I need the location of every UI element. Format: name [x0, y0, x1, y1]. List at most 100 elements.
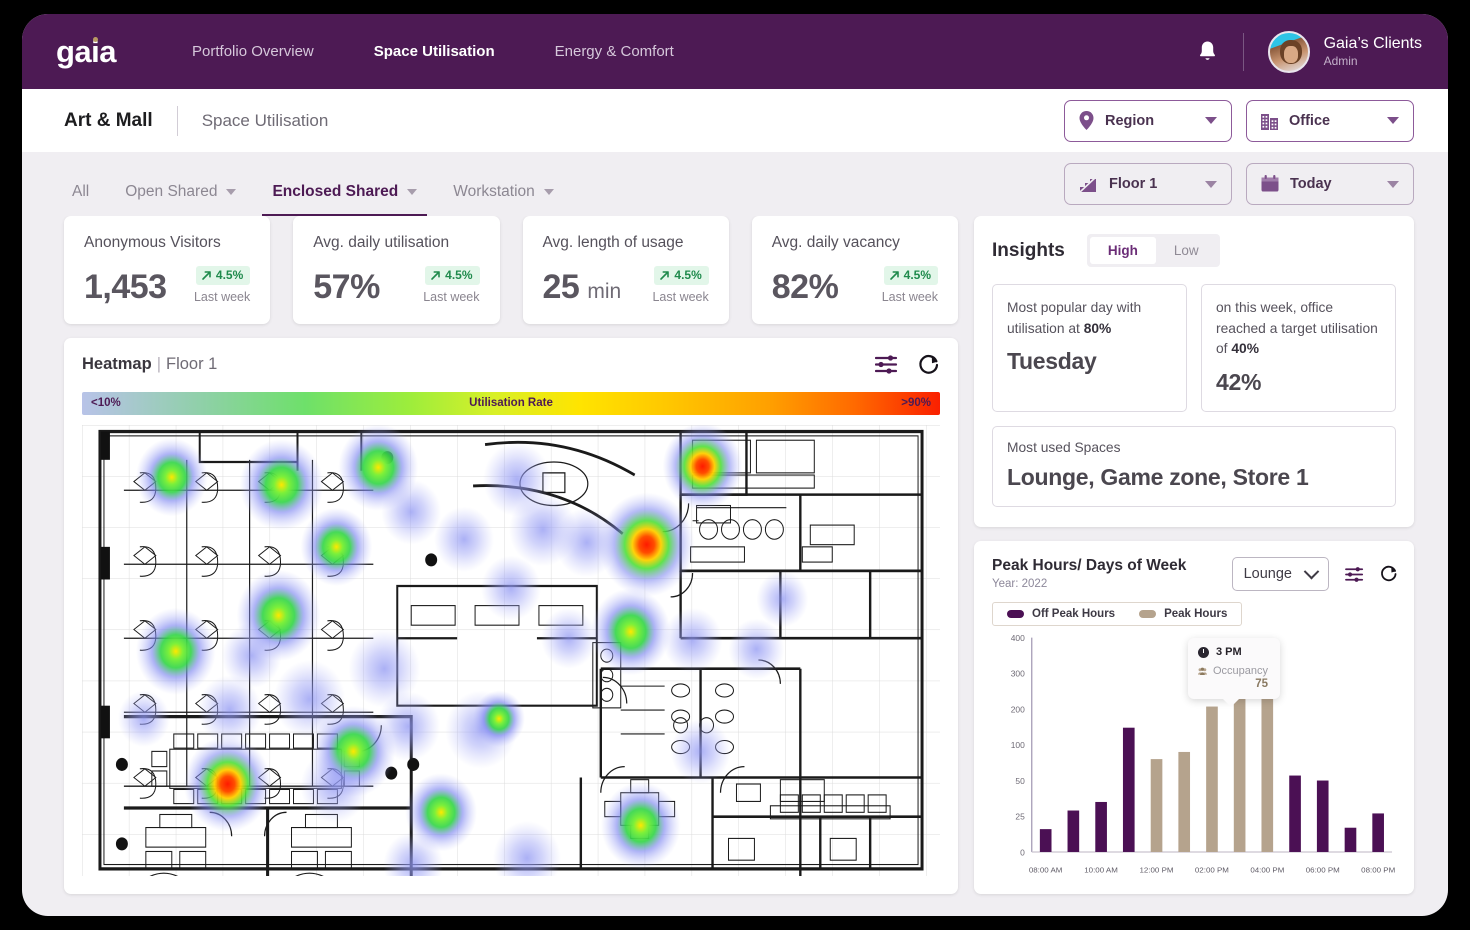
kpi-period: Last week — [652, 289, 709, 304]
peak-hours-refresh-icon[interactable] — [1380, 565, 1398, 583]
breadcrumb-sub: Space Utilisation — [201, 110, 329, 130]
space-selector-dropdown[interactable]: Lounge — [1231, 557, 1329, 592]
heatmap-title: Heatmap | Floor 1 — [82, 355, 217, 374]
insights-title: Insights — [992, 239, 1065, 261]
tab-enclosed-shared[interactable]: Enclosed Shared — [254, 178, 435, 216]
user-name: Gaia’s Clients — [1323, 34, 1422, 52]
date-range-label: Today — [1290, 176, 1332, 192]
insights-panel: Insights High Low Most popular day with … — [974, 216, 1414, 528]
nav-link-space-utilisation[interactable]: Space Utilisation — [344, 43, 525, 60]
svg-text:100: 100 — [1011, 741, 1026, 750]
insight-text: Most popular day with utilisation at 80% — [1007, 298, 1172, 339]
tab-all[interactable]: All — [64, 178, 107, 216]
user-menu[interactable]: Gaia’s Clients Admin — [1267, 30, 1422, 73]
tab-workstation[interactable]: Workstation — [435, 178, 572, 216]
svg-text:08:00 AM: 08:00 AM — [1029, 866, 1063, 875]
legend-low-label: <10% — [91, 397, 121, 409]
svg-text:200: 200 — [1011, 706, 1026, 715]
heatmap-settings-icon[interactable] — [875, 354, 898, 375]
kpi-value: 25 — [542, 267, 580, 306]
svg-text:12:00 PM: 12:00 PM — [1139, 866, 1173, 875]
chevron-down-icon — [1387, 180, 1399, 188]
tab-all-label: All — [72, 183, 90, 200]
legend-title-label: Utilisation Rate — [469, 397, 553, 409]
legend-item-off-peak: Off Peak Hours — [1007, 608, 1115, 620]
chevron-down-icon — [226, 189, 237, 195]
office-filter-dropdown[interactable]: Office — [1246, 99, 1414, 142]
insight-card-target-utilisation: on this week, office reached a target ut… — [1201, 284, 1396, 413]
chart-tooltip: 3 PM Occupancy 75 — [1188, 638, 1280, 708]
heatmap-card: Heatmap| Floor 1 <10% Utilisation Rate — [64, 337, 958, 894]
peak-hours-card: Peak Hours/ Days of Week Year: 2022 Loun… — [974, 541, 1414, 894]
peak-hours-header: Peak Hours/ Days of Week Year: 2022 Loun… — [992, 557, 1398, 592]
legend-label-off-peak: Off Peak Hours — [1032, 608, 1116, 621]
chevron-down-icon — [1205, 180, 1217, 188]
kpi-period: Last week — [423, 289, 480, 304]
peak-hours-settings-icon[interactable] — [1345, 566, 1364, 583]
kpi-value: 1,453 — [84, 267, 167, 306]
insights-high-low-toggle: High Low — [1086, 234, 1220, 267]
arrow-up-right-icon — [431, 270, 440, 280]
breadcrumb-bar: Art & Mall Space Utilisation Region Offi… — [22, 89, 1448, 152]
app-window: gaia Portfolio Overview Space Utilisatio… — [22, 14, 1448, 916]
nav-link-portfolio-overview[interactable]: Portfolio Overview — [162, 43, 344, 60]
nav-link-energy-comfort[interactable]: Energy & Comfort — [525, 43, 704, 60]
peak-hours-titles: Peak Hours/ Days of Week Year: 2022 — [992, 557, 1186, 590]
chart-bars: 08:00 AM 10:00 AM 12:00 PM 02:00 PM 04:00 PM… — [1029, 686, 1395, 875]
kpi-card-avg-daily-vacancy: Avg. daily vacancy 82% 4.5% Last week — [751, 216, 958, 324]
kpi-period: Last week — [881, 289, 938, 304]
peak-hours-year: Year: 2022 — [992, 578, 1048, 591]
notification-bell-icon[interactable] — [1197, 40, 1219, 64]
tab-open-shared[interactable]: Open Shared — [107, 178, 254, 216]
kpi-delta-badge: 4.5% — [654, 266, 709, 285]
region-filter-dropdown[interactable]: Region — [1064, 99, 1232, 142]
tooltip-metric-label: Occupancy — [1212, 665, 1268, 678]
logo-dot-icon — [93, 37, 98, 42]
insights-header: Insights High Low — [992, 234, 1396, 267]
legend-item-peak: Peak Hours — [1139, 608, 1227, 620]
kpi-card-avg-length-of-usage: Avg. length of usage 25 min 4.5% Last we… — [522, 216, 729, 324]
logo-text: gaia — [56, 34, 117, 69]
avatar — [1267, 30, 1310, 73]
chevron-down-icon — [1205, 117, 1217, 124]
svg-text:02:00 PM: 02:00 PM — [1195, 866, 1229, 875]
heatmap-floor-label: Floor 1 — [166, 355, 218, 373]
kpi-title: Anonymous Visitors — [84, 234, 221, 251]
kpi-delta-group: 4.5% Last week — [882, 266, 938, 304]
insights-toggle-high[interactable]: High — [1089, 237, 1156, 264]
nav-divider — [1242, 32, 1244, 71]
location-pin-icon — [1079, 111, 1094, 130]
floor-plan-heatmap[interactable] — [82, 424, 940, 876]
office-filter-label: Office — [1289, 112, 1331, 129]
tooltip-metric-row: Occupancy — [1198, 665, 1268, 677]
tab-workstation-label: Workstation — [453, 183, 535, 200]
insights-cards-row: Most popular day with utilisation at 80%… — [992, 284, 1396, 413]
top-navigation-bar: gaia Portfolio Overview Space Utilisatio… — [22, 14, 1448, 89]
peak-hours-title: Peak Hours/ Days of Week — [992, 557, 1187, 575]
arrow-up-right-icon — [889, 270, 899, 280]
tab-enclosed-shared-label: Enclosed Shared — [272, 183, 399, 200]
legend-label-peak: Peak Hours — [1164, 608, 1228, 621]
svg-text:50: 50 — [1015, 777, 1025, 786]
peak-hours-controls: Lounge — [1231, 557, 1398, 592]
floor-selector-dropdown[interactable]: Floor 1 — [1064, 163, 1232, 205]
tab-open-shared-label: Open Shared — [125, 183, 218, 200]
insight-text-line2: utilisation at — [1007, 320, 1084, 336]
chevron-down-icon — [407, 189, 418, 195]
kpi-row: Anonymous Visitors 1,453 4.5% Last week — [64, 216, 958, 324]
arrow-up-right-icon — [660, 270, 670, 280]
svg-text:08:00 PM: 08:00 PM — [1361, 866, 1395, 875]
heatmap-refresh-icon[interactable] — [918, 354, 940, 376]
arrow-up-right-icon — [202, 270, 211, 280]
heatmap-header-actions — [875, 354, 940, 376]
tooltip-time-row: 3 PM — [1198, 646, 1268, 658]
user-role: Admin — [1323, 53, 1358, 68]
date-range-dropdown[interactable]: Today — [1246, 163, 1414, 205]
main-content: Anonymous Visitors 1,453 4.5% Last week — [22, 216, 1448, 916]
insights-toggle-low[interactable]: Low — [1156, 237, 1217, 264]
filter-bar: All Open Shared Enclosed Shared Workstat… — [22, 152, 1448, 216]
kpi-title: Avg. daily utilisation — [313, 234, 450, 251]
peak-hours-chart[interactable]: 0 25 50 100 200 300 400 08:00 AM 10:00 AM 12:00 … — [992, 632, 1398, 884]
kpi-value: 57% — [313, 267, 380, 306]
gaia-logo[interactable]: gaia — [56, 34, 117, 69]
